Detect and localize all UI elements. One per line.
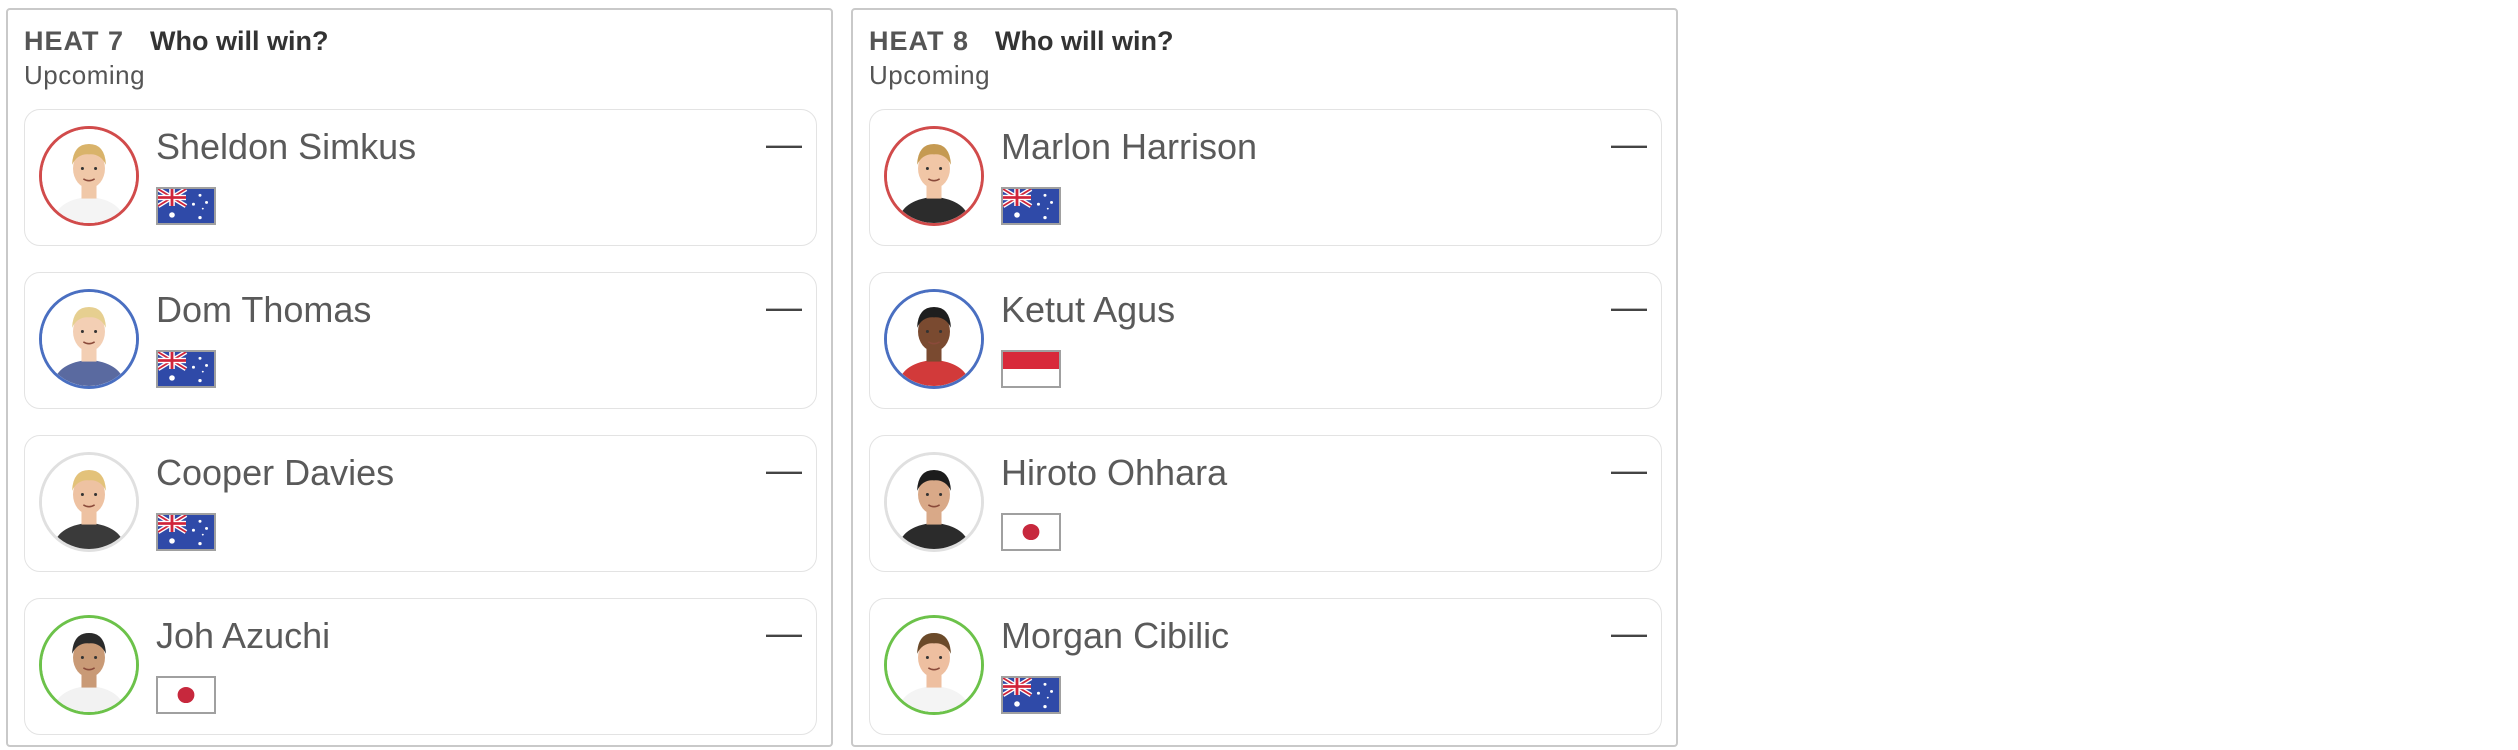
surfer-avatar (39, 615, 139, 715)
surfer-card[interactable]: Dom Thomas — (24, 272, 817, 409)
indonesia-flag-icon (1001, 350, 1061, 388)
surfer-card[interactable]: Hiroto Ohhara — (869, 435, 1662, 572)
surfer-avatar (39, 452, 139, 552)
surfer-name: Ketut Agus (1001, 289, 1176, 330)
score-value: — (766, 612, 802, 653)
score-value: — (766, 286, 802, 327)
surfer-name: Hiroto Ohhara (1001, 452, 1228, 493)
surfer-avatar (884, 452, 984, 552)
surfer-name: Marlon Harrison (1001, 126, 1258, 167)
score-value: — (1611, 449, 1647, 490)
japan-flag-icon (1001, 513, 1061, 551)
heat-card-8: HEAT 8 Who will win? Upcoming Marlon Har… (851, 8, 1678, 747)
australia-flag-icon (156, 187, 216, 225)
heat-label: HEAT 8 (869, 26, 970, 56)
score-value: — (1611, 286, 1647, 327)
surfer-name: Dom Thomas (156, 289, 372, 330)
surfer-avatar (884, 289, 984, 389)
surfer-name: Joh Azuchi (156, 615, 331, 656)
surfer-name: Cooper Davies (156, 452, 395, 493)
heat-question: Who will win? (995, 26, 1174, 56)
score-value: — (766, 449, 802, 490)
heat-label: HEAT 7 (24, 26, 125, 56)
heat-card-7: HEAT 7 Who will win? Upcoming Sheldon Si… (6, 8, 833, 747)
heat-header: HEAT 8 Who will win? Upcoming (869, 26, 1173, 91)
surfer-avatar (884, 615, 984, 715)
surfer-card[interactable]: Sheldon Simkus — (24, 109, 817, 246)
surfer-avatar (39, 126, 139, 226)
score-value: — (766, 123, 802, 164)
surfer-card[interactable]: Cooper Davies — (24, 435, 817, 572)
surfer-card[interactable]: Morgan Cibilic — (869, 598, 1662, 735)
score-value: — (1611, 123, 1647, 164)
japan-flag-icon (156, 676, 216, 714)
score-value: — (1611, 612, 1647, 653)
heat-question: Who will win? (150, 26, 329, 56)
australia-flag-icon (1001, 676, 1061, 714)
surfer-card[interactable]: Ketut Agus — (869, 272, 1662, 409)
surfer-card[interactable]: Marlon Harrison — (869, 109, 1662, 246)
heat-status: Upcoming (869, 60, 991, 90)
australia-flag-icon (156, 350, 216, 388)
heat-status: Upcoming (24, 60, 146, 90)
australia-flag-icon (1001, 187, 1061, 225)
surfer-name: Morgan Cibilic (1001, 615, 1230, 656)
surfer-name: Sheldon Simkus (156, 126, 417, 167)
surfer-avatar (884, 126, 984, 226)
surfer-avatar (39, 289, 139, 389)
heat-header: HEAT 7 Who will win? Upcoming (24, 26, 328, 91)
australia-flag-icon (156, 513, 216, 551)
surfer-card[interactable]: Joh Azuchi — (24, 598, 817, 735)
